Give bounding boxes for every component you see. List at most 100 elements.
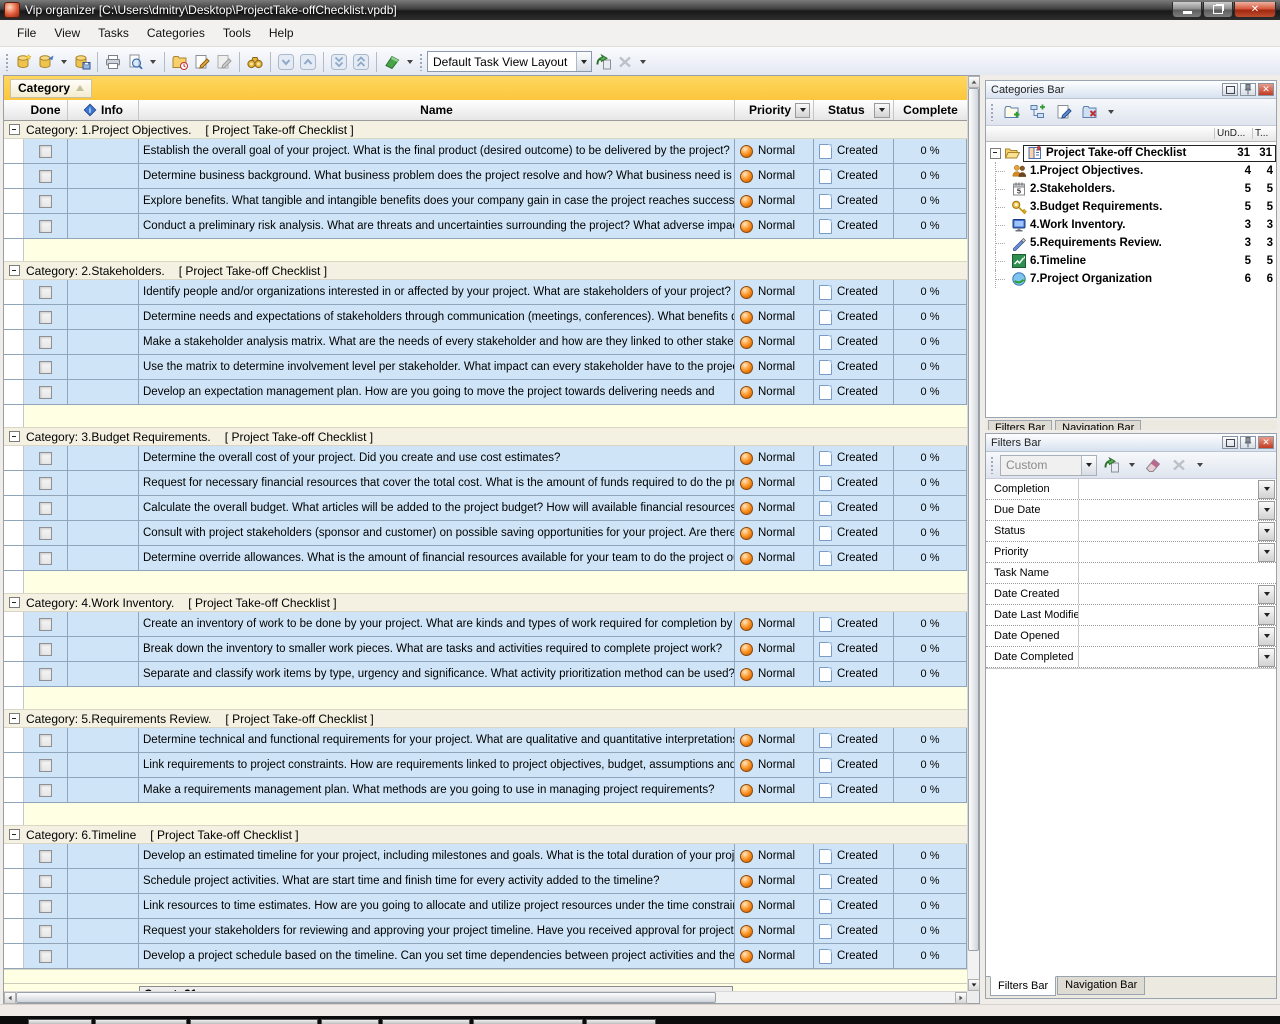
delete-task-button[interactable] — [213, 51, 235, 73]
task-row[interactable]: Develop an estimated timeline for your p… — [4, 844, 967, 869]
task-name-cell[interactable]: Use the matrix to determine involvement … — [139, 355, 735, 379]
priority-cell[interactable]: Normal — [735, 546, 814, 570]
filter-preset-combo[interactable]: Custom — [1000, 455, 1097, 476]
title-bar[interactable]: Vip organizer [C:\Users\dmitry\Desktop\P… — [0, 0, 1280, 20]
task-row[interactable]: Establish the overall goal of your proje… — [4, 139, 967, 164]
filter-dropdown-date-opened[interactable] — [1258, 627, 1275, 646]
scroll-down-button[interactable] — [968, 979, 980, 991]
filter-dropdown-date-created[interactable] — [1258, 585, 1275, 604]
complete-cell[interactable]: 0 % — [894, 139, 967, 163]
undone-column-header[interactable]: UnD... — [1214, 128, 1252, 139]
clear-filter-button[interactable] — [1141, 454, 1165, 476]
status-cell[interactable]: Created — [814, 446, 894, 470]
task-row[interactable]: Make a requirements management plan. Wha… — [4, 778, 967, 803]
priority-cell[interactable]: Normal — [735, 869, 814, 893]
move-down-button[interactable] — [275, 51, 297, 73]
filter-dropdown-due-date[interactable] — [1258, 501, 1275, 520]
complete-cell[interactable]: 0 % — [894, 728, 967, 752]
status-cell[interactable]: Created — [814, 778, 894, 802]
menu-item-tasks[interactable]: Tasks — [89, 21, 138, 45]
complete-cell[interactable]: 0 % — [894, 471, 967, 495]
toolbar-more-icon[interactable] — [640, 60, 646, 64]
task-name-cell[interactable]: Develop a project schedule based on the … — [139, 944, 735, 968]
task-name-cell[interactable]: Conduct a preliminary risk analysis. Wha… — [139, 214, 735, 238]
status-cell[interactable]: Created — [814, 189, 894, 213]
apply-layout-button[interactable] — [592, 51, 614, 73]
taskbar-item[interactable] — [28, 1019, 92, 1024]
open-database-dropdown-icon[interactable] — [61, 60, 67, 64]
status-cell[interactable]: Created — [814, 944, 894, 968]
category-tree-root[interactable]: Project Take-off Checklist3131 — [986, 144, 1276, 162]
done-checkbox[interactable] — [39, 668, 52, 681]
complete-column-header[interactable]: Complete — [894, 100, 967, 120]
task-name-cell[interactable]: Link requirements to project constraints… — [139, 753, 735, 777]
task-name-cell[interactable]: Schedule project activities. What are st… — [139, 869, 735, 893]
print-button[interactable] — [102, 51, 124, 73]
move-to-bottom-button[interactable] — [328, 51, 350, 73]
category-group-row[interactable]: Category: 4.Work Inventory.[ Project Tak… — [4, 594, 967, 612]
name-column-header[interactable]: Name — [139, 100, 735, 120]
status-cell[interactable]: Created — [814, 919, 894, 943]
done-checkbox[interactable] — [39, 734, 52, 747]
horizontal-scroll-thumb[interactable] — [16, 992, 716, 1003]
complete-cell[interactable]: 0 % — [894, 944, 967, 968]
done-checkbox[interactable] — [39, 875, 52, 888]
done-checkbox[interactable] — [39, 286, 52, 299]
priority-cell[interactable]: Normal — [735, 844, 814, 868]
menu-item-file[interactable]: File — [8, 21, 45, 45]
category-tree-item-1-project-objectives[interactable]: 1.Project Objectives.44 — [986, 162, 1276, 180]
task-name-cell[interactable]: Determine needs and expectations of stak… — [139, 305, 735, 329]
task-name-cell[interactable]: Make a stakeholder analysis matrix. What… — [139, 330, 735, 354]
priority-cell[interactable]: Normal — [735, 471, 814, 495]
priority-cell[interactable]: Normal — [735, 919, 814, 943]
task-row[interactable]: Conduct a preliminary risk analysis. Wha… — [4, 214, 967, 239]
task-row[interactable]: Determine needs and expectations of stak… — [4, 305, 967, 330]
complete-cell[interactable]: 0 % — [894, 446, 967, 470]
task-name-cell[interactable]: Identify people and/or organizations int… — [139, 280, 735, 304]
new-database-button[interactable] — [13, 51, 35, 73]
add-category-button[interactable] — [1000, 101, 1024, 123]
filter-value-date-created[interactable] — [1078, 584, 1258, 604]
category-group-row[interactable]: Category: 1.Project Objectives.[ Project… — [4, 121, 967, 139]
complete-cell[interactable]: 0 % — [894, 305, 967, 329]
task-name-cell[interactable]: Determine business background. What busi… — [139, 164, 735, 188]
filters-close-button[interactable]: ✕ — [1258, 436, 1274, 449]
menu-item-tools[interactable]: Tools — [214, 21, 260, 45]
priority-cell[interactable]: Normal — [735, 496, 814, 520]
priority-cell[interactable]: Normal — [735, 330, 814, 354]
category-tree-item-4-work-inventory[interactable]: 4.Work Inventory.33 — [986, 216, 1276, 234]
delete-category-button[interactable] — [1078, 101, 1102, 123]
status-cell[interactable]: Created — [814, 380, 894, 404]
done-checkbox[interactable] — [39, 361, 52, 374]
status-cell[interactable]: Created — [814, 330, 894, 354]
complete-cell[interactable]: 0 % — [894, 662, 967, 686]
view-notebook-button[interactable] — [381, 51, 403, 73]
task-name-cell[interactable]: Explore benefits. What tangible and inta… — [139, 189, 735, 213]
task-name-cell[interactable]: Develop an expectation management plan. … — [139, 380, 735, 404]
close-button[interactable]: ✕ — [1234, 2, 1276, 18]
search-button[interactable] — [244, 51, 266, 73]
status-cell[interactable]: Created — [814, 869, 894, 893]
open-database-button[interactable] — [35, 51, 57, 73]
priority-cell[interactable]: Normal — [735, 446, 814, 470]
collapse-tree-icon[interactable] — [990, 148, 1001, 159]
done-checkbox[interactable] — [39, 452, 52, 465]
complete-cell[interactable]: 0 % — [894, 753, 967, 777]
done-checkbox[interactable] — [39, 502, 52, 515]
apply-filter-button[interactable] — [1099, 454, 1123, 476]
priority-cell[interactable]: Normal — [735, 612, 814, 636]
complete-cell[interactable]: 0 % — [894, 521, 967, 545]
status-cell[interactable]: Created — [814, 355, 894, 379]
done-checkbox[interactable] — [39, 900, 52, 913]
status-cell[interactable]: Created — [814, 637, 894, 661]
done-checkbox[interactable] — [39, 477, 52, 490]
layout-combo[interactable]: Default Task View Layout — [427, 51, 592, 72]
task-row[interactable]: Link requirements to project constraints… — [4, 753, 967, 778]
complete-cell[interactable]: 0 % — [894, 778, 967, 802]
category-tree-item-6-timeline[interactable]: 6.Timeline55 — [986, 252, 1276, 270]
new-task-button[interactable] — [169, 51, 191, 73]
task-name-cell[interactable]: Develop an estimated timeline for your p… — [139, 844, 735, 868]
complete-cell[interactable]: 0 % — [894, 380, 967, 404]
filter-preset-dropdown-button[interactable] — [1081, 456, 1096, 475]
complete-cell[interactable]: 0 % — [894, 330, 967, 354]
